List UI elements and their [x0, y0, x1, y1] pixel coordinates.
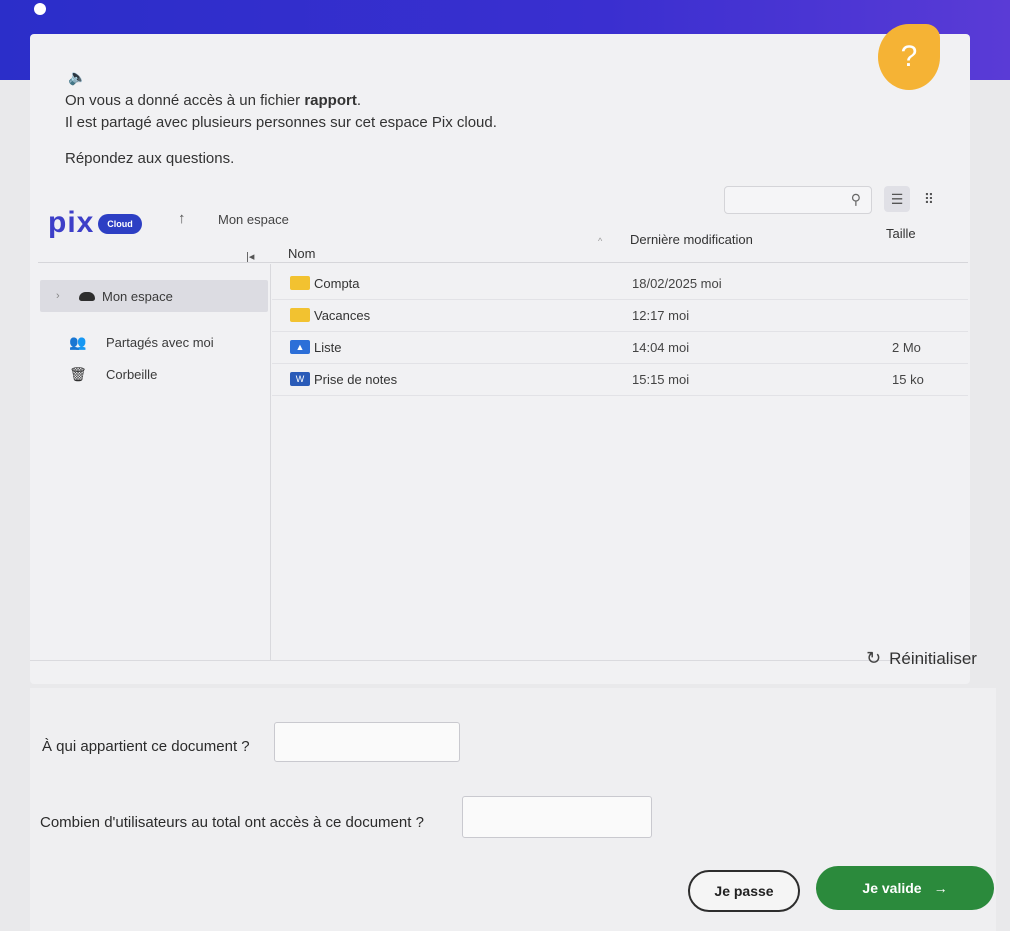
file-modified: 14:04 moi	[632, 340, 690, 355]
people-icon: 👥	[69, 333, 87, 350]
file-modified: 12:17 moi	[632, 308, 690, 323]
file-size: 15 ko	[892, 372, 924, 387]
file-modified: 15:15 moi	[632, 372, 690, 387]
content-divider	[30, 660, 970, 661]
file-size: 2 Mo	[892, 340, 921, 355]
instruction-line-2: Il est partagé avec plusieurs personnes …	[65, 114, 497, 131]
file-row-vacances[interactable]: Vacances 12:17 moi	[272, 300, 968, 332]
folder-icon	[290, 308, 310, 322]
list-view-icon[interactable]: ☰	[884, 186, 910, 212]
file-modified: 18/02/2025 moi	[632, 276, 722, 291]
search-icon: ⚲	[850, 191, 861, 207]
file-row-liste[interactable]: ▲ Liste 14:04 moi 2 Mo	[272, 332, 968, 364]
up-arrow-icon[interactable]: ↑	[178, 210, 186, 227]
owner-answer-input[interactable]	[274, 722, 460, 762]
camera-dot	[34, 3, 46, 15]
column-header-name[interactable]: Nom	[288, 246, 315, 261]
sidebar-item-corbeille[interactable]: 🗑 Corbeille	[50, 358, 268, 390]
file-name: Compta	[314, 276, 360, 291]
reset-button[interactable]: ↻ Réinitialiser	[866, 648, 977, 669]
sidebar-divider	[270, 264, 271, 660]
image-file-icon: ▲	[290, 340, 310, 354]
sidebar-item-mon-espace[interactable]: › Mon espace	[40, 280, 268, 312]
file-name: Prise de notes	[314, 372, 398, 387]
column-header-modified[interactable]: Dernière modification	[630, 232, 753, 247]
sort-caret-icon: ^	[598, 236, 603, 246]
word-file-icon: W	[290, 372, 310, 386]
arrow-right-icon: →	[933, 880, 948, 896]
sidebar-item-label: Partagés avec moi	[106, 334, 214, 350]
file-name: Liste	[314, 340, 342, 355]
sidebar-item-partages[interactable]: 👥 Partagés avec moi	[50, 326, 268, 358]
file-row-prise-de-notes[interactable]: W Prise de notes 15:15 moi 15 ko	[272, 364, 968, 396]
instruction-line-3: Répondez aux questions.	[65, 150, 235, 167]
header-divider	[38, 262, 968, 263]
grid-view-icon[interactable]: ⠿	[916, 186, 942, 212]
sidebar-item-label: Mon espace	[102, 288, 173, 304]
skip-button[interactable]: Je passe	[688, 870, 800, 912]
pix-logo: pix	[48, 206, 95, 239]
validate-label: Je valide	[862, 880, 922, 896]
breadcrumb[interactable]: Mon espace	[218, 212, 289, 227]
file-name-bold: rapport	[304, 92, 357, 109]
reset-label: Réinitialiser	[889, 648, 977, 668]
sidebar-item-label: Corbeille	[106, 366, 158, 382]
folder-icon	[290, 276, 310, 290]
help-symbol: ?	[900, 40, 918, 73]
file-row-compta[interactable]: Compta 18/02/2025 moi	[272, 268, 968, 300]
help-icon[interactable]: ?	[878, 24, 940, 90]
validate-button[interactable]: Je valide →	[816, 866, 994, 910]
refresh-icon: ↻	[866, 648, 882, 668]
instruction-line-1: On vous a donné accès à un fichier rappo…	[65, 92, 361, 109]
column-header-size[interactable]: Taille	[886, 226, 916, 241]
cloud-badge: Cloud	[98, 214, 142, 234]
cloud-icon	[72, 288, 102, 304]
trash-icon: 🗑	[69, 365, 87, 382]
question-1-label: À qui appartient ce document ?	[42, 738, 250, 755]
file-name: Vacances	[314, 308, 371, 323]
speaker-icon[interactable]: 🔈	[68, 68, 87, 86]
search-input[interactable]: ⚲	[724, 186, 872, 214]
users-count-input[interactable]	[462, 796, 652, 838]
chevron-right-icon: ›	[56, 290, 60, 302]
question-2-label: Combien d'utilisateurs au total ont accè…	[40, 814, 424, 831]
